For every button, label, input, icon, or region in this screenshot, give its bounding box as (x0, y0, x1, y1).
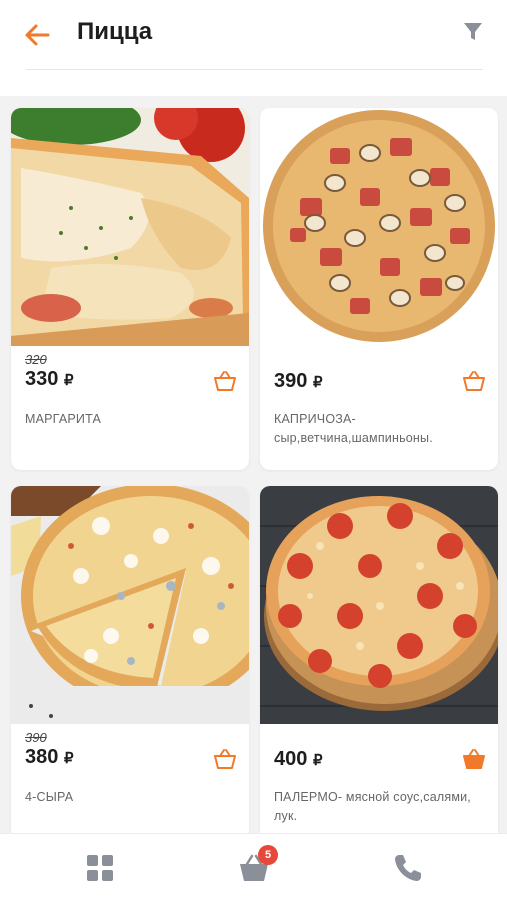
basket-filled-icon[interactable] (462, 748, 486, 770)
product-image[interactable] (11, 486, 249, 724)
product-image[interactable] (260, 108, 498, 346)
basket-icon[interactable] (213, 370, 237, 392)
price: 330 ₽ (25, 368, 74, 390)
product-name: 4-СЫРА (25, 790, 74, 804)
price: 390 ₽ (274, 370, 323, 392)
arrow-left-icon[interactable] (22, 20, 52, 50)
price: 400 ₽ (274, 748, 323, 770)
page-title: Пицца (77, 18, 153, 45)
old-price: 390 (25, 730, 47, 745)
product-name: ПАЛЕРМО- мясной соус,салями, лук. (274, 790, 471, 823)
product-image[interactable] (260, 486, 498, 724)
product-card[interactable]: 320 330 ₽ МАРГАРИТА (11, 108, 249, 470)
old-price: 320 (25, 352, 47, 367)
basket-icon[interactable] (213, 748, 237, 770)
grid-icon[interactable] (82, 850, 118, 886)
header-divider (26, 69, 483, 70)
product-name: МАРГАРИТА (25, 412, 102, 426)
product-card[interactable]: 390 ₽ КАПРИЧОЗА-сыр,ветчина,шампиньоны. (260, 108, 498, 470)
filter-icon[interactable] (461, 20, 485, 44)
basket-icon[interactable] (462, 370, 486, 392)
bottom-nav: 5 (0, 833, 507, 901)
product-name: КАПРИЧОЗА-сыр,ветчина,шампиньоны. (274, 412, 433, 445)
cart-count-badge: 5 (258, 845, 278, 865)
product-card[interactable]: 400 ₽ ПАЛЕРМО- мясной соус,салями, лук. (260, 486, 498, 848)
price: 380 ₽ (25, 746, 74, 768)
phone-icon[interactable] (390, 850, 426, 886)
app-header: Пицца (0, 0, 507, 96)
product-image[interactable] (11, 108, 249, 346)
product-card[interactable]: 390 380 ₽ 4-СЫРА (11, 486, 249, 848)
